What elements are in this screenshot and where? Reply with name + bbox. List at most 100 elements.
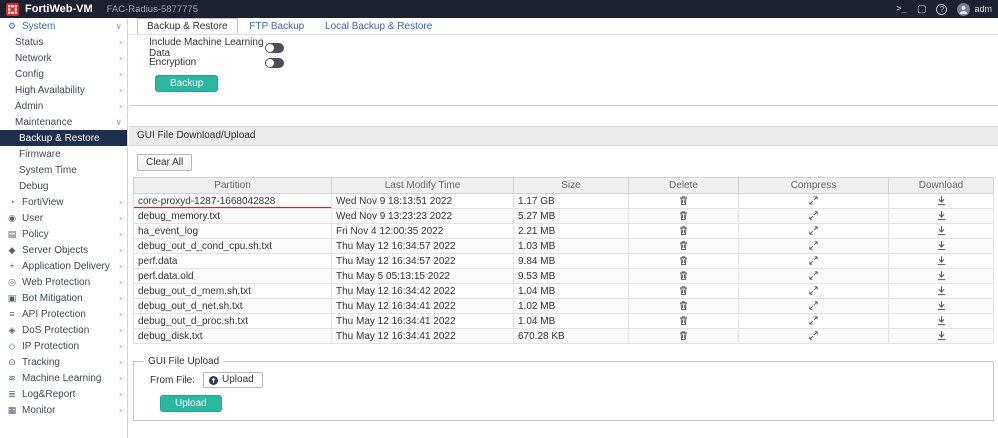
compress-icon[interactable] bbox=[808, 330, 819, 341]
topbar-actions: >_ ▢ ? adm bbox=[896, 3, 992, 16]
download-icon[interactable] bbox=[936, 315, 947, 326]
sidebar-item-admin[interactable]: Admin › bbox=[0, 98, 127, 114]
tab-backup-restore[interactable]: Backup & Restore bbox=[137, 18, 238, 34]
sidebar-item-fortiview[interactable]: ◔ FortiView › bbox=[0, 194, 127, 210]
gui-file-upload-fieldset: GUI File Upload From File: Upload Upload bbox=[133, 356, 994, 421]
sidebar-item-ip-protection[interactable]: ◇ IP Protection › bbox=[0, 338, 127, 354]
compress-icon[interactable] bbox=[808, 300, 819, 311]
download-icon[interactable] bbox=[936, 240, 947, 251]
sidebar-item-system[interactable]: ⚙ System ∨ bbox=[0, 18, 127, 34]
delete-icon[interactable] bbox=[678, 315, 689, 326]
download-icon[interactable] bbox=[936, 270, 947, 281]
delete-icon[interactable] bbox=[678, 285, 689, 296]
compress-icon[interactable] bbox=[808, 270, 819, 281]
cli-console-icon[interactable]: >_ bbox=[896, 4, 907, 14]
last-modify-cell: Wed Nov 9 13:23:23 2022 bbox=[332, 209, 514, 224]
fullscreen-icon[interactable]: ▢ bbox=[917, 4, 926, 15]
table-row: debug_disk.txt Thu May 12 16:34:41 2022 … bbox=[134, 329, 994, 344]
sidebar-item-tracking[interactable]: ⊙ Tracking › bbox=[0, 354, 127, 370]
partition-cell: core-proxyd-1287-1668042828 bbox=[134, 194, 332, 209]
delete-icon[interactable] bbox=[678, 270, 689, 281]
sidebar-item-label: Tracking bbox=[22, 357, 60, 368]
download-icon[interactable] bbox=[936, 330, 947, 341]
sidebar-item-firmware[interactable]: Firmware bbox=[0, 146, 127, 162]
choose-file-button[interactable]: Upload bbox=[203, 372, 263, 388]
compress-icon[interactable] bbox=[808, 225, 819, 236]
help-icon[interactable]: ? bbox=[936, 4, 947, 15]
delete-icon[interactable] bbox=[678, 255, 689, 266]
user-avatar[interactable] bbox=[957, 3, 970, 16]
download-icon[interactable] bbox=[936, 210, 947, 221]
table-row: perf.data.old Thu May 5 05:13:15 2022 9.… bbox=[134, 269, 994, 284]
sidebar-item-bot-mitigation[interactable]: ▣ Bot Mitigation › bbox=[0, 290, 127, 306]
backup-options: Include Machine Learning Data Encryption bbox=[129, 35, 998, 70]
upload-button[interactable]: Upload bbox=[160, 395, 222, 412]
download-icon[interactable] bbox=[936, 225, 947, 236]
delete-icon[interactable] bbox=[678, 195, 689, 206]
compress-icon[interactable] bbox=[808, 285, 819, 296]
download-icon[interactable] bbox=[936, 255, 947, 266]
delete-icon[interactable] bbox=[678, 225, 689, 236]
sidebar-item-web-protection[interactable]: ◎ Web Protection › bbox=[0, 274, 127, 290]
fortiview-icon: ◔ bbox=[6, 197, 18, 207]
table-row: debug_out_d_net.sh.txt Thu May 12 16:34:… bbox=[134, 299, 994, 314]
partition-cell: debug_out_d_cond_cpu.sh.txt bbox=[134, 239, 332, 254]
compress-icon[interactable] bbox=[808, 315, 819, 326]
compress-icon[interactable] bbox=[808, 255, 819, 266]
compress-icon[interactable] bbox=[808, 210, 819, 221]
sidebar-menu: ⚙ System ∨ Status › Network › Config › H… bbox=[0, 18, 128, 438]
sidebar-item-label: Bot Mitigation bbox=[22, 293, 83, 304]
sidebar-item-label: FortiView bbox=[22, 197, 64, 208]
application-delivery-icon: + bbox=[6, 261, 18, 271]
size-cell: 1.17 GB bbox=[514, 194, 629, 209]
encryption-toggle[interactable] bbox=[265, 58, 284, 68]
sidebar-item-debug[interactable]: Debug bbox=[0, 178, 127, 194]
chevron-right-icon: › bbox=[119, 38, 122, 47]
sidebar-item-policy[interactable]: ▤ Policy › bbox=[0, 226, 127, 242]
tab-local-backup-restore[interactable]: Local Backup & Restore bbox=[316, 19, 441, 33]
clear-all-button[interactable]: Clear All bbox=[137, 154, 192, 171]
table-row: perf.data Thu May 12 16:34:57 2022 9.84 … bbox=[134, 254, 994, 269]
delete-icon[interactable] bbox=[678, 330, 689, 341]
tab-ftp-backup[interactable]: FTP Backup bbox=[240, 19, 313, 33]
log-report-icon: ≣ bbox=[6, 389, 18, 400]
delete-icon[interactable] bbox=[678, 240, 689, 251]
sidebar-item-backup-restore[interactable]: Backup & Restore bbox=[0, 130, 127, 146]
monitor-icon: ▦ bbox=[6, 405, 18, 416]
compress-icon[interactable] bbox=[808, 240, 819, 251]
delete-icon[interactable] bbox=[678, 300, 689, 311]
sidebar-item-monitor[interactable]: ▦ Monitor › bbox=[0, 402, 127, 418]
sidebar-item-config[interactable]: Config › bbox=[0, 66, 127, 82]
download-icon[interactable] bbox=[936, 195, 947, 206]
sidebar-item-api-protection[interactable]: ≡ API Protection › bbox=[0, 306, 127, 322]
last-modify-cell: Thu May 12 16:34:41 2022 bbox=[332, 314, 514, 329]
download-icon[interactable] bbox=[936, 285, 947, 296]
section-divider bbox=[129, 105, 998, 106]
sidebar-item-high-availability[interactable]: High Availability › bbox=[0, 82, 127, 98]
sidebar-item-user[interactable]: ◉ User › bbox=[0, 210, 127, 226]
sidebar-item-dos-protection[interactable]: ◈ DoS Protection › bbox=[0, 322, 127, 338]
api-protection-icon: ≡ bbox=[6, 309, 18, 319]
sidebar-item-log-report[interactable]: ≣ Log&Report › bbox=[0, 386, 127, 402]
include-ml-toggle[interactable] bbox=[265, 43, 284, 53]
delete-icon[interactable] bbox=[678, 210, 689, 221]
sidebar-item-server-objects[interactable]: ◆ Server Objects › bbox=[0, 242, 127, 258]
sidebar-item-status[interactable]: Status › bbox=[0, 34, 127, 50]
partition-cell: perf.data.old bbox=[134, 269, 332, 284]
include-ml-label: Include Machine Learning Data bbox=[149, 37, 265, 59]
sidebar-item-machine-learning[interactable]: ≋ Machine Learning › bbox=[0, 370, 127, 386]
sidebar-item-network[interactable]: Network › bbox=[0, 50, 127, 66]
chevron-right-icon: › bbox=[119, 358, 122, 367]
compress-icon[interactable] bbox=[808, 195, 819, 206]
sidebar-item-application-delivery[interactable]: + Application Delivery › bbox=[0, 258, 127, 274]
backup-button[interactable]: Backup bbox=[155, 75, 218, 92]
file-table: PartitionLast Modify TimeSizeDeleteCompr… bbox=[133, 177, 994, 344]
column-header-download: Download bbox=[889, 178, 994, 194]
sidebar-item-system-time[interactable]: System Time bbox=[0, 162, 127, 178]
download-icon[interactable] bbox=[936, 300, 947, 311]
sidebar-item-label: Web Protection bbox=[22, 277, 90, 288]
sidebar-item-maintenance[interactable]: Maintenance ∨ bbox=[0, 114, 127, 130]
column-header-size: Size bbox=[514, 178, 629, 194]
sidebar-item-label: Config bbox=[15, 69, 44, 80]
partition-cell: ha_event_log bbox=[134, 224, 332, 239]
